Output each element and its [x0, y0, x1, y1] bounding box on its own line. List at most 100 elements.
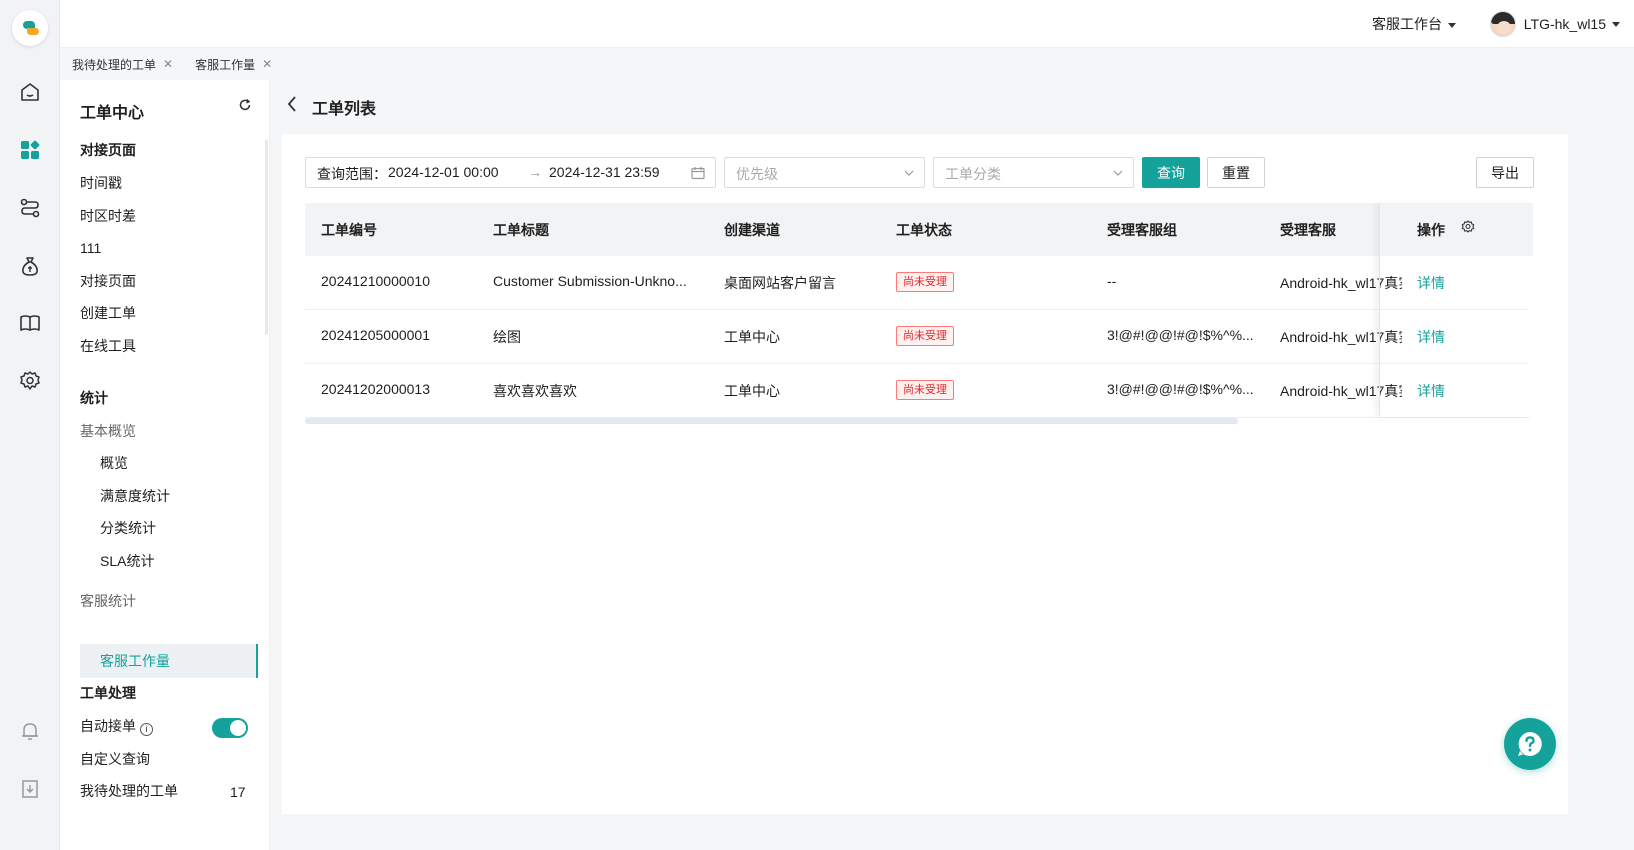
menu-item-timestamp[interactable]: 时间戳	[80, 173, 122, 193]
table-row: 20241202000013 喜欢喜欢喜欢 工单中心 尚未受理 3!@#!@@!…	[305, 364, 1529, 418]
pending-count: 17	[230, 784, 246, 800]
toggle-knob	[230, 720, 246, 736]
column-header: 受理客服组	[1107, 222, 1177, 238]
username: LTG-hk_wl15	[1523, 16, 1606, 32]
menu-group-ticket-processing: 工单处理	[80, 685, 136, 701]
column-header: 工单状态	[896, 222, 952, 238]
ticket-title: 绘图	[493, 329, 521, 345]
column-settings-icon[interactable]	[1461, 220, 1475, 237]
menu-item-overview[interactable]: 概览	[100, 453, 128, 473]
workspace-switcher[interactable]: 客服工作台	[1372, 14, 1456, 34]
refresh-icon[interactable]	[238, 98, 254, 114]
table-horizontal-scrollbar[interactable]	[305, 418, 1238, 424]
close-icon[interactable]: ✕	[262, 57, 272, 71]
menu-item-create-ticket[interactable]: 创建工单	[80, 303, 136, 323]
range-arrow: →	[528, 164, 542, 180]
column-header: 创建渠道	[724, 222, 780, 238]
app-logo[interactable]	[12, 10, 48, 46]
gear-icon[interactable]	[18, 369, 42, 393]
tab-agent-workload[interactable]: 客服工作量 ✕	[195, 56, 272, 73]
close-icon[interactable]: ✕	[163, 57, 173, 71]
menu-subgroup-agent-stats[interactable]: 客服统计	[80, 591, 136, 611]
menu-item-agent-workload[interactable]: 客服工作量	[80, 644, 258, 678]
range-start[interactable]: 2024-12-01 00:00	[388, 164, 499, 180]
table-row: 20241210000010 Customer Submission-Unkno…	[305, 256, 1529, 310]
table-row: 20241205000001 绘图 工单中心 尚未受理 3!@#!@@!#@!$…	[305, 310, 1529, 364]
status-badge: 尚未受理	[896, 326, 954, 346]
ticket-group: 3!@#!@@!#@!$%^%...	[1107, 327, 1254, 343]
book-icon[interactable]	[18, 311, 42, 335]
ticket-id: 20241205000001	[321, 327, 431, 343]
back-icon[interactable]	[286, 95, 300, 113]
page-header: 工单列表	[282, 80, 1600, 134]
menu-item-sla-stats[interactable]: SLA统计	[100, 551, 154, 571]
column-header: 工单标题	[493, 222, 549, 238]
info-icon[interactable]: i	[140, 723, 153, 736]
menu-item-category-stats[interactable]: 分类统计	[100, 518, 156, 538]
tab-pending-tickets[interactable]: 我待处理的工单 ✕	[72, 56, 173, 73]
column-header: 操作	[1417, 222, 1445, 238]
category-select[interactable]: 工单分类	[933, 157, 1134, 188]
column-header: 受理客服	[1280, 222, 1336, 238]
download-icon[interactable]	[18, 777, 42, 801]
ticket-channel: 工单中心	[724, 329, 780, 345]
page-title: 工单列表	[312, 101, 377, 118]
money-bag-icon[interactable]	[18, 254, 42, 278]
detail-link[interactable]: 详情	[1417, 273, 1445, 293]
menu-item-label: 客服工作量	[100, 653, 170, 669]
menu-item-integration-page-2[interactable]: 对接页面	[80, 271, 136, 291]
status-badge: 尚未受理	[896, 272, 954, 292]
chevron-down-icon	[904, 170, 914, 176]
menu-item-custom-query[interactable]: 自定义查询	[80, 749, 150, 769]
menu-scrollbar[interactable]	[265, 140, 268, 335]
ticket-agent: Android-hk_wl17真实	[1280, 383, 1402, 399]
menu-item-my-pending[interactable]: 我待处理的工单	[80, 781, 178, 801]
bell-icon[interactable]	[18, 719, 42, 743]
menu-item-satisfaction[interactable]: 满意度统计	[100, 486, 170, 506]
ticket-id: 20241210000010	[321, 273, 431, 289]
date-range-picker[interactable]: 查询范围： 2024-12-01 00:00 → 2024-12-31 23:5…	[305, 157, 716, 188]
top-bar: 客服工作台 LTG-hk_wl15	[60, 0, 1634, 48]
menu-item-online-tools[interactable]: 在线工具	[80, 336, 136, 356]
detail-link[interactable]: 详情	[1417, 381, 1445, 401]
ticket-group: 3!@#!@@!#@!$%^%...	[1107, 381, 1254, 397]
workspace-label: 客服工作台	[1372, 16, 1442, 32]
range-end[interactable]: 2024-12-31 23:59	[549, 164, 660, 180]
detail-link[interactable]: 详情	[1417, 327, 1445, 347]
auto-accept-toggle[interactable]	[212, 718, 248, 738]
export-button[interactable]: 导出	[1476, 157, 1534, 188]
category-placeholder: 工单分类	[945, 166, 1001, 182]
menu-item-auto-accept: 自动接单 i	[80, 716, 153, 736]
ticket-id: 20241202000013	[321, 381, 431, 397]
menu-group-statistics: 统计	[80, 390, 108, 406]
user-menu[interactable]: LTG-hk_wl15	[1489, 11, 1620, 37]
caret-down-icon	[1612, 21, 1620, 27]
dashboard-icon[interactable]	[18, 138, 42, 162]
range-label: 查询范围：	[317, 166, 387, 182]
menu-item-111[interactable]: 111	[80, 238, 101, 258]
page-tabs: 我待处理的工单 ✕ 客服工作量 ✕	[60, 48, 1634, 80]
ticket-channel: 桌面网站客户留言	[724, 275, 836, 291]
query-button[interactable]: 查询	[1142, 157, 1200, 188]
tab-label: 我待处理的工单	[72, 57, 157, 72]
reset-button[interactable]: 重置	[1207, 157, 1265, 188]
avatar	[1489, 11, 1516, 37]
priority-select[interactable]: 优先级	[724, 157, 925, 188]
sidebar-menu: 工单中心 对接页面 时间戳 时区时差 111 对接页面 创建工单 在线工具 统计…	[60, 80, 270, 850]
ticket-channel: 工单中心	[724, 383, 780, 399]
home-icon[interactable]	[18, 80, 42, 104]
auto-accept-label: 自动接单	[80, 718, 136, 734]
flow-icon[interactable]	[18, 196, 42, 220]
help-chat-button[interactable]	[1504, 718, 1556, 770]
calendar-icon[interactable]	[691, 166, 705, 180]
ticket-agent: Android-hk_wl17真实	[1280, 329, 1402, 345]
help-question-icon	[1518, 732, 1542, 756]
column-header: 工单编号	[321, 222, 377, 238]
ticket-title: Customer Submission-Unkno...	[493, 273, 687, 289]
priority-placeholder: 优先级	[736, 166, 778, 182]
menu-item-timezone[interactable]: 时区时差	[80, 206, 136, 226]
menu-subgroup-overview[interactable]: 基本概览	[80, 421, 136, 441]
menu-item-integration-page[interactable]: 对接页面	[80, 140, 136, 160]
ticket-agent: Android-hk_wl17真实	[1280, 275, 1402, 291]
tab-label: 客服工作量	[195, 57, 256, 72]
